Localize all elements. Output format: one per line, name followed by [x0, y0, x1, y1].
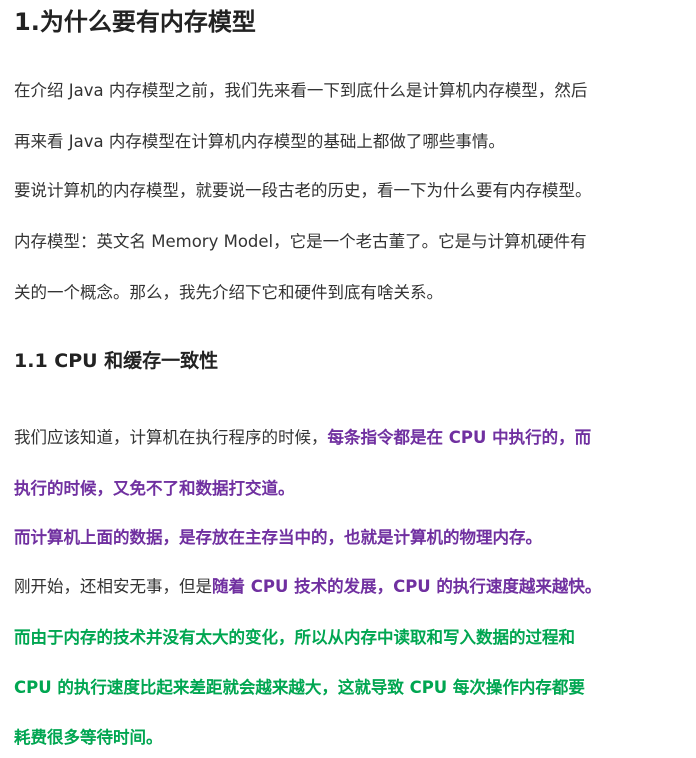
paragraph-memory-model-line-2: 关的一个概念。那么，我先介绍下它和硬件到底有啥关系。 — [14, 283, 443, 302]
paragraph-gap-line-2: CPU 的执行速度比起来差距就会越来越大，这就导致 CPU 每次操作内存都要 — [14, 678, 585, 697]
paragraph-main-memory: 而计算机上面的数据，是存放在主存当中的，也就是计算机的物理内存。 — [14, 528, 542, 547]
paragraph-memory-model-line-1: 内存模型：英文名 Memory Model，它是一个老古董了。它是与计算机硬件有 — [14, 232, 587, 251]
paragraph-cpu-speed: 刚开始，还相安无事，但是随着 CPU 技术的发展，CPU 的执行速度越来越快。 — [14, 574, 601, 600]
emphasis-text: 每条指令都是在 CPU 中执行的，而 — [327, 428, 592, 447]
section-title: 1.为什么要有内存模型 — [14, 8, 256, 36]
plain-text: 我们应该知道，计算机在执行程序的时候， — [14, 428, 328, 447]
paragraph-history: 要说计算机的内存模型，就要说一段古老的历史，看一下为什么要有内存模型。 — [14, 181, 592, 200]
paragraph-cpu-line-1: 我们应该知道，计算机在执行程序的时候，每条指令都是在 CPU 中执行的，而 — [14, 425, 591, 451]
paragraph-intro-line-1: 在介绍 Java 内存模型之前，我们先来看一下到底什么是计算机内存模型，然后 — [14, 81, 588, 100]
paragraph-intro-line-2: 再来看 Java 内存模型在计算机内存模型的基础上都做了哪些事情。 — [14, 132, 505, 151]
paragraph-gap-line-1: 而由于内存的技术并没有太大的变化，所以从内存中读取和写入数据的过程和 — [14, 628, 575, 647]
emphasis-text: 随着 CPU 技术的发展，CPU 的执行速度越来越快。 — [212, 577, 602, 596]
plain-text: 刚开始，还相安无事，但是 — [14, 577, 212, 596]
paragraph-gap-line-3: 耗费很多等待时间。 — [14, 728, 163, 747]
paragraph-cpu-line-2: 执行的时候，又免不了和数据打交道。 — [14, 479, 295, 498]
subsection-title: 1.1 CPU 和缓存一致性 — [14, 350, 219, 372]
